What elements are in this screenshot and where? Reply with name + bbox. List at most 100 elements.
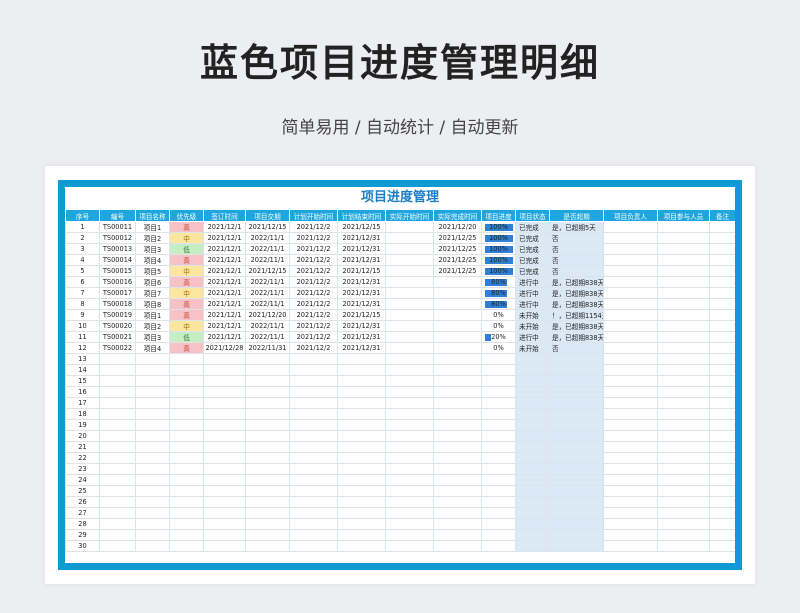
- empty-cell[interactable]: [99, 375, 136, 387]
- empty-cell[interactable]: [289, 353, 338, 365]
- empty-cell[interactable]: [289, 474, 338, 486]
- empty-cell[interactable]: [657, 364, 710, 376]
- cell-plan-end[interactable]: 2021/12/31: [337, 342, 386, 354]
- empty-cell[interactable]: [337, 474, 386, 486]
- empty-cell[interactable]: [657, 419, 710, 431]
- empty-cell[interactable]: [135, 430, 170, 442]
- empty-cell[interactable]: [99, 364, 136, 376]
- empty-cell[interactable]: [385, 386, 434, 398]
- cell-code[interactable]: TS00013: [99, 243, 136, 255]
- column-header[interactable]: 备注: [709, 209, 735, 222]
- cell-status[interactable]: 已完成: [515, 254, 550, 266]
- empty-cell[interactable]: [603, 408, 658, 420]
- empty-cell[interactable]: [99, 430, 136, 442]
- empty-cell[interactable]: [515, 507, 550, 519]
- cell-due[interactable]: 2021/12/15: [245, 221, 290, 233]
- empty-cell[interactable]: [709, 529, 735, 541]
- empty-cell[interactable]: [657, 243, 710, 255]
- empty-cell[interactable]: [657, 452, 710, 464]
- cell-status[interactable]: 已完成: [515, 243, 550, 255]
- empty-cell[interactable]: [135, 375, 170, 387]
- empty-cell[interactable]: [433, 452, 482, 464]
- empty-cell[interactable]: [515, 419, 550, 431]
- empty-cell[interactable]: [657, 463, 710, 475]
- empty-cell[interactable]: [169, 540, 204, 552]
- empty-cell[interactable]: [657, 232, 710, 244]
- empty-cell[interactable]: [549, 430, 604, 442]
- empty-cell[interactable]: [337, 441, 386, 453]
- column-header[interactable]: 编号: [99, 209, 136, 222]
- empty-cell[interactable]: [515, 430, 550, 442]
- cell-status[interactable]: 进行中: [515, 287, 550, 299]
- cell-act-end[interactable]: 2021/12/25: [433, 243, 482, 255]
- cell-plan-end[interactable]: 2021/12/31: [337, 243, 386, 255]
- empty-cell[interactable]: [603, 221, 658, 233]
- empty-cell[interactable]: [385, 474, 434, 486]
- cell-overdue[interactable]: 是，已超期838天: [549, 276, 604, 288]
- cell-due[interactable]: 2021/12/15: [245, 265, 290, 277]
- cell-plan-start[interactable]: 2021/12/2: [289, 265, 338, 277]
- cell-plan-end[interactable]: 2021/12/31: [337, 331, 386, 343]
- empty-cell[interactable]: [515, 485, 550, 497]
- cell-status[interactable]: 未开始: [515, 342, 550, 354]
- column-header[interactable]: 项目进度: [481, 209, 516, 222]
- empty-cell[interactable]: [549, 386, 604, 398]
- priority-cell[interactable]: 高: [169, 276, 204, 288]
- empty-cell[interactable]: [433, 496, 482, 508]
- empty-cell[interactable]: [337, 540, 386, 552]
- cell-plan-start[interactable]: 2021/12/2: [289, 254, 338, 266]
- cell-act-end[interactable]: 2021/12/25: [433, 232, 482, 244]
- empty-cell[interactable]: [515, 496, 550, 508]
- empty-cell[interactable]: [337, 463, 386, 475]
- empty-cell[interactable]: [657, 309, 710, 321]
- empty-cell[interactable]: [709, 419, 735, 431]
- empty-cell[interactable]: [203, 496, 246, 508]
- cell-overdue[interactable]: 否: [549, 232, 604, 244]
- empty-cell[interactable]: [515, 397, 550, 409]
- empty-cell[interactable]: [99, 441, 136, 453]
- cell-name[interactable]: 项目3: [135, 243, 170, 255]
- empty-cell[interactable]: [515, 540, 550, 552]
- cell-plan-start[interactable]: 2021/12/2: [289, 331, 338, 343]
- empty-cell[interactable]: [709, 287, 735, 299]
- empty-cell[interactable]: [603, 254, 658, 266]
- cell-no[interactable]: 28: [65, 518, 100, 530]
- cell-no[interactable]: 11: [65, 331, 100, 343]
- empty-cell[interactable]: [603, 342, 658, 354]
- cell-no[interactable]: 30: [65, 540, 100, 552]
- empty-cell[interactable]: [549, 463, 604, 475]
- empty-cell[interactable]: [481, 529, 516, 541]
- empty-cell[interactable]: [603, 265, 658, 277]
- empty-cell[interactable]: [657, 408, 710, 420]
- empty-cell[interactable]: [135, 397, 170, 409]
- empty-cell[interactable]: [245, 397, 290, 409]
- empty-cell[interactable]: [433, 430, 482, 442]
- empty-cell[interactable]: [99, 485, 136, 497]
- progress-cell[interactable]: 100%: [481, 254, 516, 266]
- cell-name[interactable]: 项目5: [135, 265, 170, 277]
- empty-cell[interactable]: [289, 507, 338, 519]
- empty-cell[interactable]: [385, 485, 434, 497]
- empty-cell[interactable]: [337, 452, 386, 464]
- empty-cell[interactable]: [481, 496, 516, 508]
- empty-cell[interactable]: [135, 496, 170, 508]
- empty-cell[interactable]: [203, 364, 246, 376]
- empty-cell[interactable]: [99, 408, 136, 420]
- empty-cell[interactable]: [433, 441, 482, 453]
- empty-cell[interactable]: [709, 441, 735, 453]
- empty-cell[interactable]: [203, 430, 246, 442]
- cell-overdue[interactable]: 否: [549, 243, 604, 255]
- empty-cell[interactable]: [99, 419, 136, 431]
- empty-cell[interactable]: [289, 419, 338, 431]
- empty-cell[interactable]: [709, 496, 735, 508]
- empty-cell[interactable]: [549, 485, 604, 497]
- progress-cell[interactable]: 0%: [481, 320, 516, 332]
- empty-cell[interactable]: [289, 529, 338, 541]
- priority-cell[interactable]: 高: [169, 254, 204, 266]
- empty-cell[interactable]: [657, 221, 710, 233]
- cell-code[interactable]: TS00016: [99, 276, 136, 288]
- column-header[interactable]: 签订时间: [203, 209, 246, 222]
- empty-cell[interactable]: [709, 507, 735, 519]
- empty-cell[interactable]: [99, 496, 136, 508]
- column-header[interactable]: 优先级: [169, 209, 204, 222]
